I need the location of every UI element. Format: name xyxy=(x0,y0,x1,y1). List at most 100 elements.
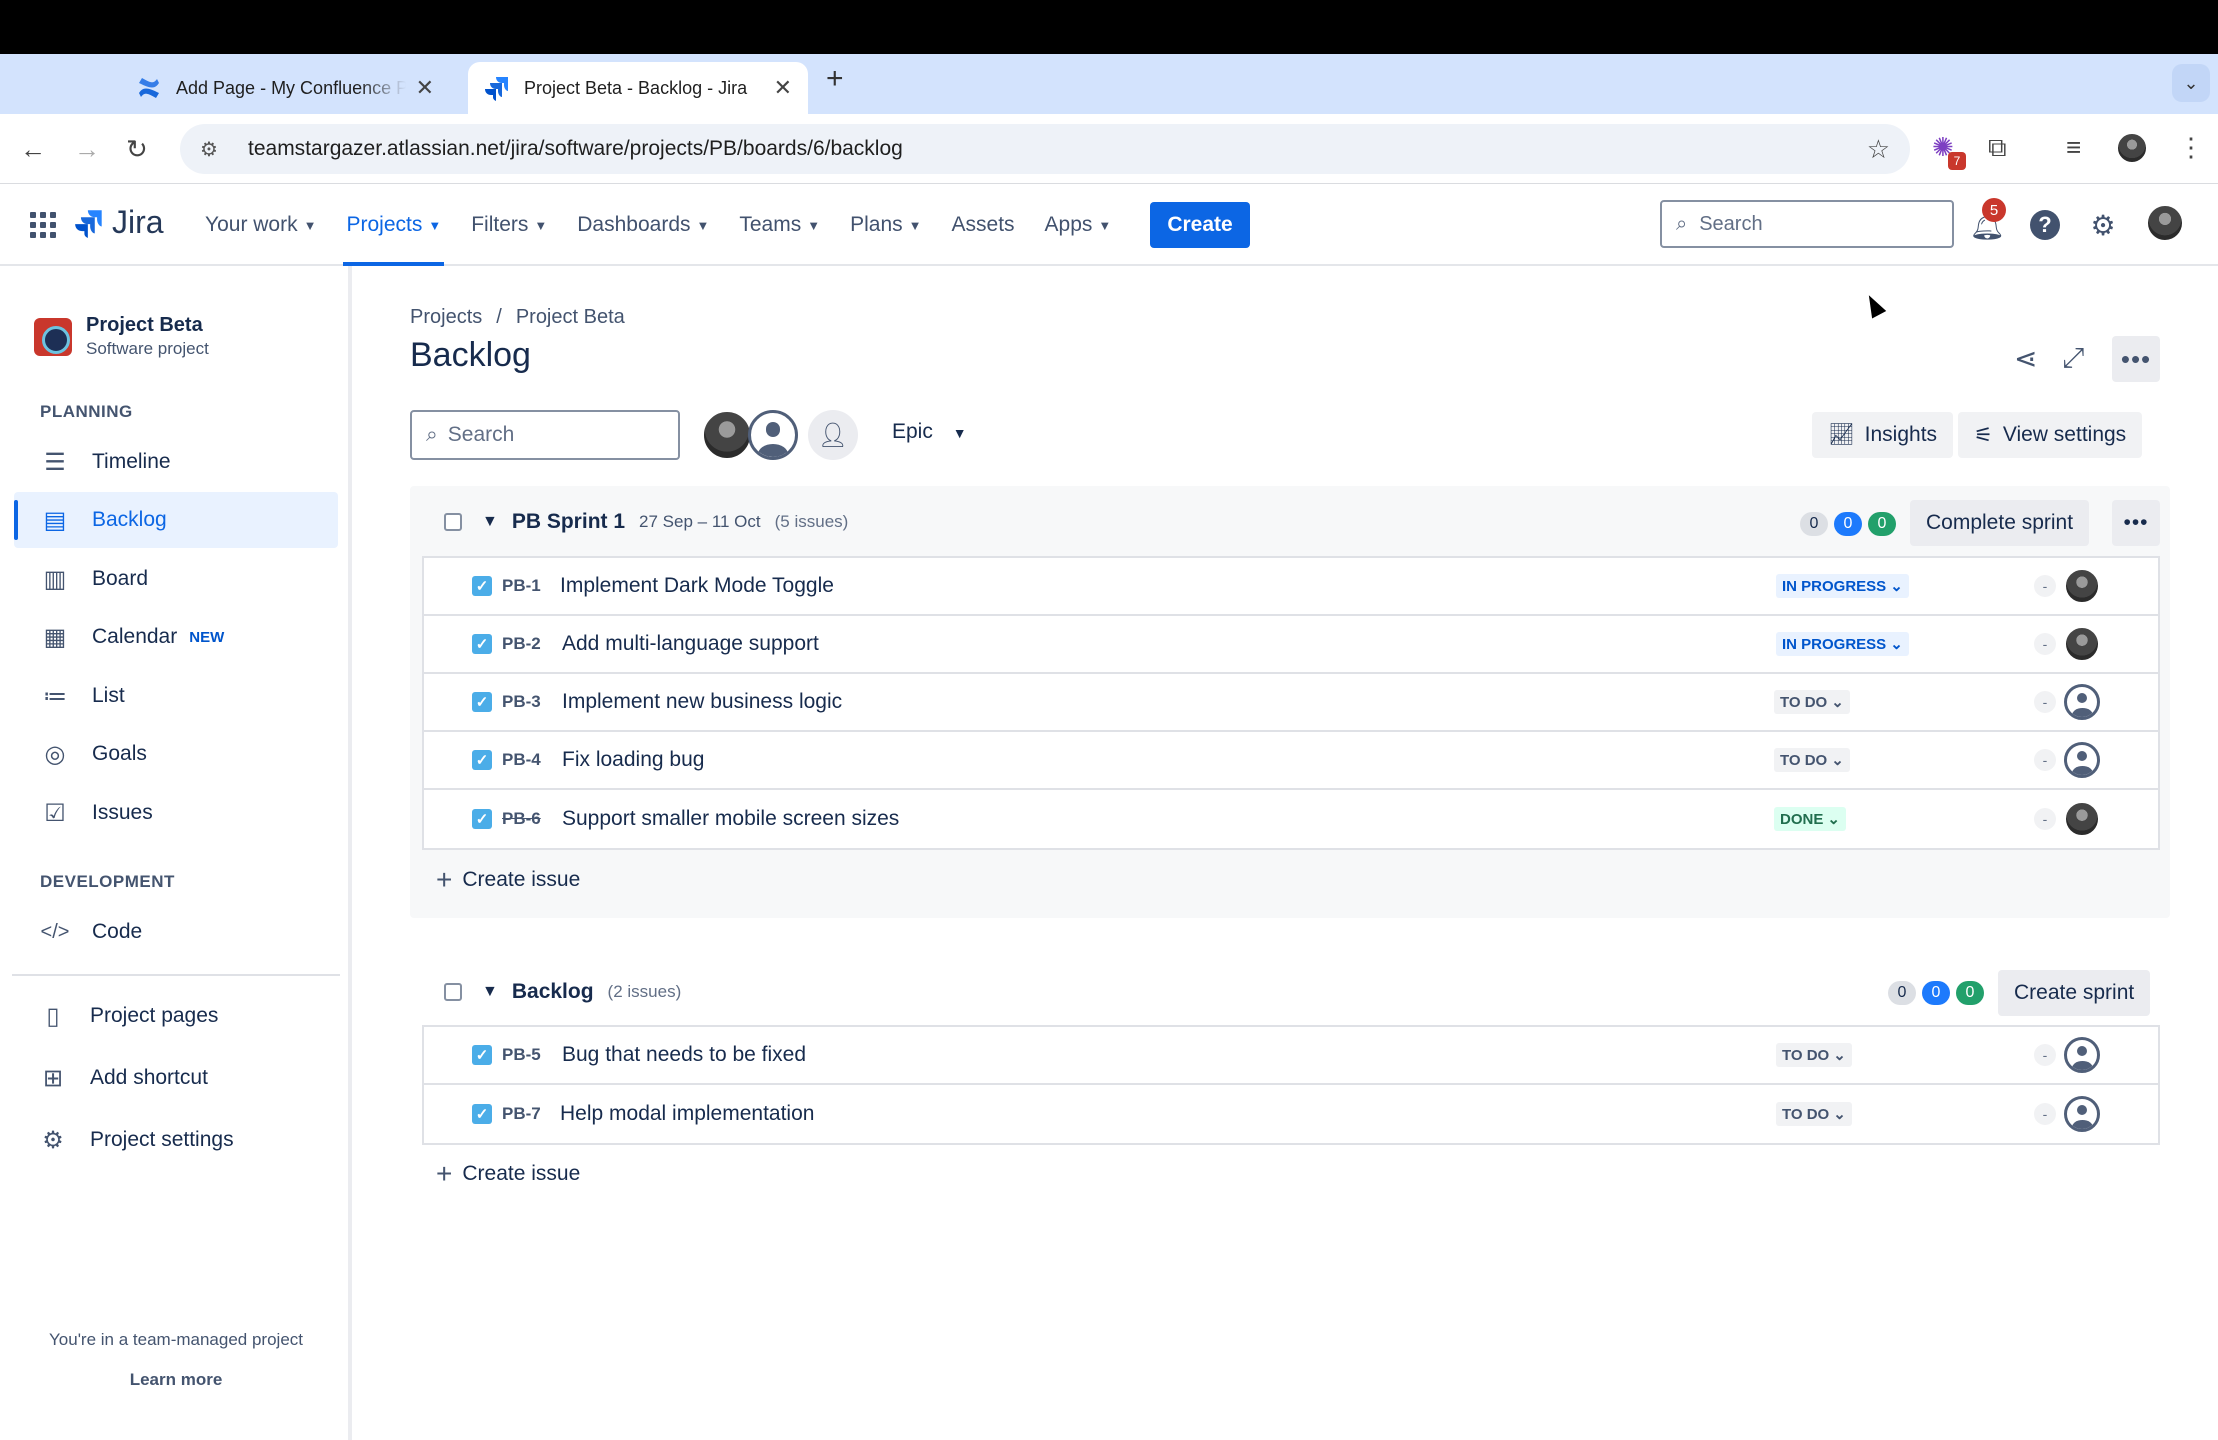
story-points-estimate[interactable]: - xyxy=(2034,691,2056,713)
create-button[interactable]: Create xyxy=(1150,202,1250,248)
chevron-down-icon[interactable]: ▼ xyxy=(482,513,498,531)
chevron-down-icon[interactable]: ▼ xyxy=(482,983,498,1001)
nav-your-work[interactable]: Your work ▼ xyxy=(190,184,331,266)
nav-filters[interactable]: Filters ▼ xyxy=(456,184,562,266)
sidebar-item-board[interactable]: ▥ Board xyxy=(14,551,338,607)
unassigned-avatar[interactable] xyxy=(2064,1037,2100,1073)
learn-more-link[interactable]: Learn more xyxy=(0,1370,352,1390)
story-points-estimate[interactable]: - xyxy=(2034,575,2056,597)
unassigned-avatar[interactable] xyxy=(2064,1096,2100,1132)
nav-dashboards[interactable]: Dashboards ▼ xyxy=(562,184,724,266)
nav-plans[interactable]: Plans ▼ xyxy=(835,184,936,266)
close-tab-icon[interactable]: ✕ xyxy=(774,75,792,101)
status-dropdown[interactable]: TO DO ⌄ xyxy=(1776,1043,1852,1067)
share-icon[interactable]: ⋖ xyxy=(2014,342,2037,375)
assignee-avatar[interactable] xyxy=(2064,801,2100,837)
status-dropdown[interactable]: TO DO ⌄ xyxy=(1774,690,1850,714)
nav-assets[interactable]: Assets xyxy=(937,184,1030,266)
url-bar[interactable]: ⚙ teamstargazer.atlassian.net/jira/softw… xyxy=(180,124,1910,174)
issue-row-pb-7[interactable]: ✓ PB-7 Help modal implementation TO DO ⌄ … xyxy=(424,1085,2158,1143)
assignee-avatar[interactable] xyxy=(2064,568,2100,604)
sidebar-item-project-pages[interactable]: ▯ Project pages xyxy=(14,988,338,1044)
forward-icon[interactable]: → xyxy=(74,134,100,165)
sidebar-item-timeline[interactable]: ☰ Timeline xyxy=(14,434,338,490)
sidebar-item-add-shortcut[interactable]: ⊞ Add shortcut xyxy=(14,1050,338,1106)
browser-tab-confluence[interactable]: Add Page - My Confluence Pa ✕ xyxy=(120,62,450,114)
new-tab-icon[interactable]: + xyxy=(826,62,844,96)
more-actions-button[interactable]: ••• xyxy=(2112,336,2160,382)
tab-search-icon[interactable]: ⌄ xyxy=(2172,64,2210,102)
breadcrumb-project-beta[interactable]: Project Beta xyxy=(516,306,625,329)
browser-menu-icon[interactable]: ⋮ xyxy=(2178,132,2204,163)
story-points-estimate[interactable]: - xyxy=(2034,633,2056,655)
issue-row-pb-2[interactable]: ✓ PB-2 Add multi-language support IN PRO… xyxy=(424,616,2158,674)
sidebar-item-goals[interactable]: ◎ Goals xyxy=(14,726,338,782)
status-dropdown[interactable]: IN PROGRESS ⌄ xyxy=(1776,632,1909,656)
issue-key[interactable]: PB-6 xyxy=(502,809,541,829)
puzzle-extensions-icon[interactable]: ⧉ xyxy=(1988,132,2007,164)
story-points-estimate[interactable]: - xyxy=(2034,808,2056,830)
close-tab-icon[interactable]: ✕ xyxy=(416,75,434,101)
bookmark-star-icon[interactable]: ☆ xyxy=(1867,134,1890,165)
view-settings-button[interactable]: ⚟ View settings xyxy=(1958,412,2143,458)
unassigned-avatar[interactable] xyxy=(2064,742,2100,778)
status-dropdown[interactable]: DONE ⌄ xyxy=(1774,807,1846,831)
sprint-select-checkbox[interactable] xyxy=(444,513,462,531)
create-sprint-button[interactable]: Create sprint xyxy=(1998,970,2151,1016)
create-issue-sprint-button[interactable]: + Create issue xyxy=(436,864,580,896)
nav-apps[interactable]: Apps ▼ xyxy=(1030,184,1127,266)
header-search-input[interactable]: ⌕ Search xyxy=(1660,200,1954,248)
reload-icon[interactable]: ↻ xyxy=(126,134,148,165)
status-dropdown[interactable]: IN PROGRESS ⌄ xyxy=(1776,574,1909,598)
issue-row-pb-5[interactable]: ✓ PB-5 Bug that needs to be fixed TO DO ⌄… xyxy=(424,1027,2158,1085)
browser-profile-avatar[interactable] xyxy=(2116,132,2148,164)
add-people-icon[interactable]: 👤︎ xyxy=(808,410,858,460)
settings-gear-icon[interactable]: ⚙ xyxy=(2084,206,2122,244)
issue-summary[interactable]: Implement Dark Mode Toggle xyxy=(560,574,834,598)
issue-key[interactable]: PB-3 xyxy=(502,692,541,712)
status-dropdown[interactable]: TO DO ⌄ xyxy=(1774,748,1850,772)
status-dropdown[interactable]: TO DO ⌄ xyxy=(1776,1102,1852,1126)
issue-summary[interactable]: Help modal implementation xyxy=(560,1102,814,1126)
sidebar-item-project-settings[interactable]: ⚙ Project settings xyxy=(14,1112,338,1168)
sidebar-item-list[interactable]: ≔ List xyxy=(14,668,338,724)
site-settings-icon[interactable]: ⚙ xyxy=(200,137,234,162)
issue-summary[interactable]: Add multi-language support xyxy=(562,632,819,656)
issue-summary[interactable]: Support smaller mobile screen sizes xyxy=(562,807,899,831)
user-avatar[interactable] xyxy=(2146,204,2184,242)
issue-summary[interactable]: Fix loading bug xyxy=(562,748,704,772)
backlog-select-checkbox[interactable] xyxy=(444,983,462,1001)
fullscreen-icon[interactable]: ⤢ xyxy=(2062,342,2084,375)
issue-row-pb-6[interactable]: ✓ PB-6 Support smaller mobile screen siz… xyxy=(424,790,2158,848)
issue-key[interactable]: PB-1 xyxy=(502,576,541,596)
issue-key[interactable]: PB-5 xyxy=(502,1045,541,1065)
sidebar-item-code[interactable]: </> Code xyxy=(14,904,338,960)
sprint-header[interactable]: ▼ PB Sprint 1 27 Sep – 11 Oct (5 issues) xyxy=(444,510,848,534)
sprint-more-button[interactable]: ••• xyxy=(2112,500,2160,546)
story-points-estimate[interactable]: - xyxy=(2034,1044,2056,1066)
issue-summary[interactable]: Implement new business logic xyxy=(562,690,842,714)
jira-logo[interactable]: Jira xyxy=(74,204,164,241)
issue-row-pb-1[interactable]: ✓ PB-1 Implement Dark Mode Toggle IN PRO… xyxy=(424,558,2158,616)
project-header[interactable]: Project Beta Software project xyxy=(34,314,209,359)
breadcrumb-projects[interactable]: Projects xyxy=(410,306,482,329)
issue-key[interactable]: PB-4 xyxy=(502,750,541,770)
issue-key[interactable]: PB-2 xyxy=(502,634,541,654)
browser-tab-jira[interactable]: Project Beta - Backlog - Jira ✕ xyxy=(468,62,808,114)
media-controls-icon[interactable]: ≡ xyxy=(2066,132,2081,163)
issue-key[interactable]: PB-7 xyxy=(502,1104,541,1124)
issue-row-pb-3[interactable]: ✓ PB-3 Implement new business logic TO D… xyxy=(424,674,2158,732)
sidebar-item-issues[interactable]: ☑ Issues xyxy=(14,785,338,841)
issue-summary[interactable]: Bug that needs to be fixed xyxy=(562,1043,806,1067)
epic-filter-dropdown[interactable]: Epic ▼ xyxy=(892,420,967,444)
assignee-filter-avatar[interactable] xyxy=(702,410,752,460)
story-points-estimate[interactable]: - xyxy=(2034,749,2056,771)
create-issue-backlog-button[interactable]: + Create issue xyxy=(436,1158,580,1190)
help-icon[interactable]: ? xyxy=(2026,206,2064,244)
app-switcher-icon[interactable] xyxy=(30,212,56,238)
complete-sprint-button[interactable]: Complete sprint xyxy=(1910,500,2090,546)
backlog-search-input[interactable]: ⌕ Search xyxy=(410,410,680,460)
nav-projects[interactable]: Projects ▼ xyxy=(331,184,456,266)
backlog-header[interactable]: ▼ Backlog (2 issues) xyxy=(444,980,681,1004)
sidebar-item-backlog[interactable]: ▤ Backlog xyxy=(14,492,338,548)
